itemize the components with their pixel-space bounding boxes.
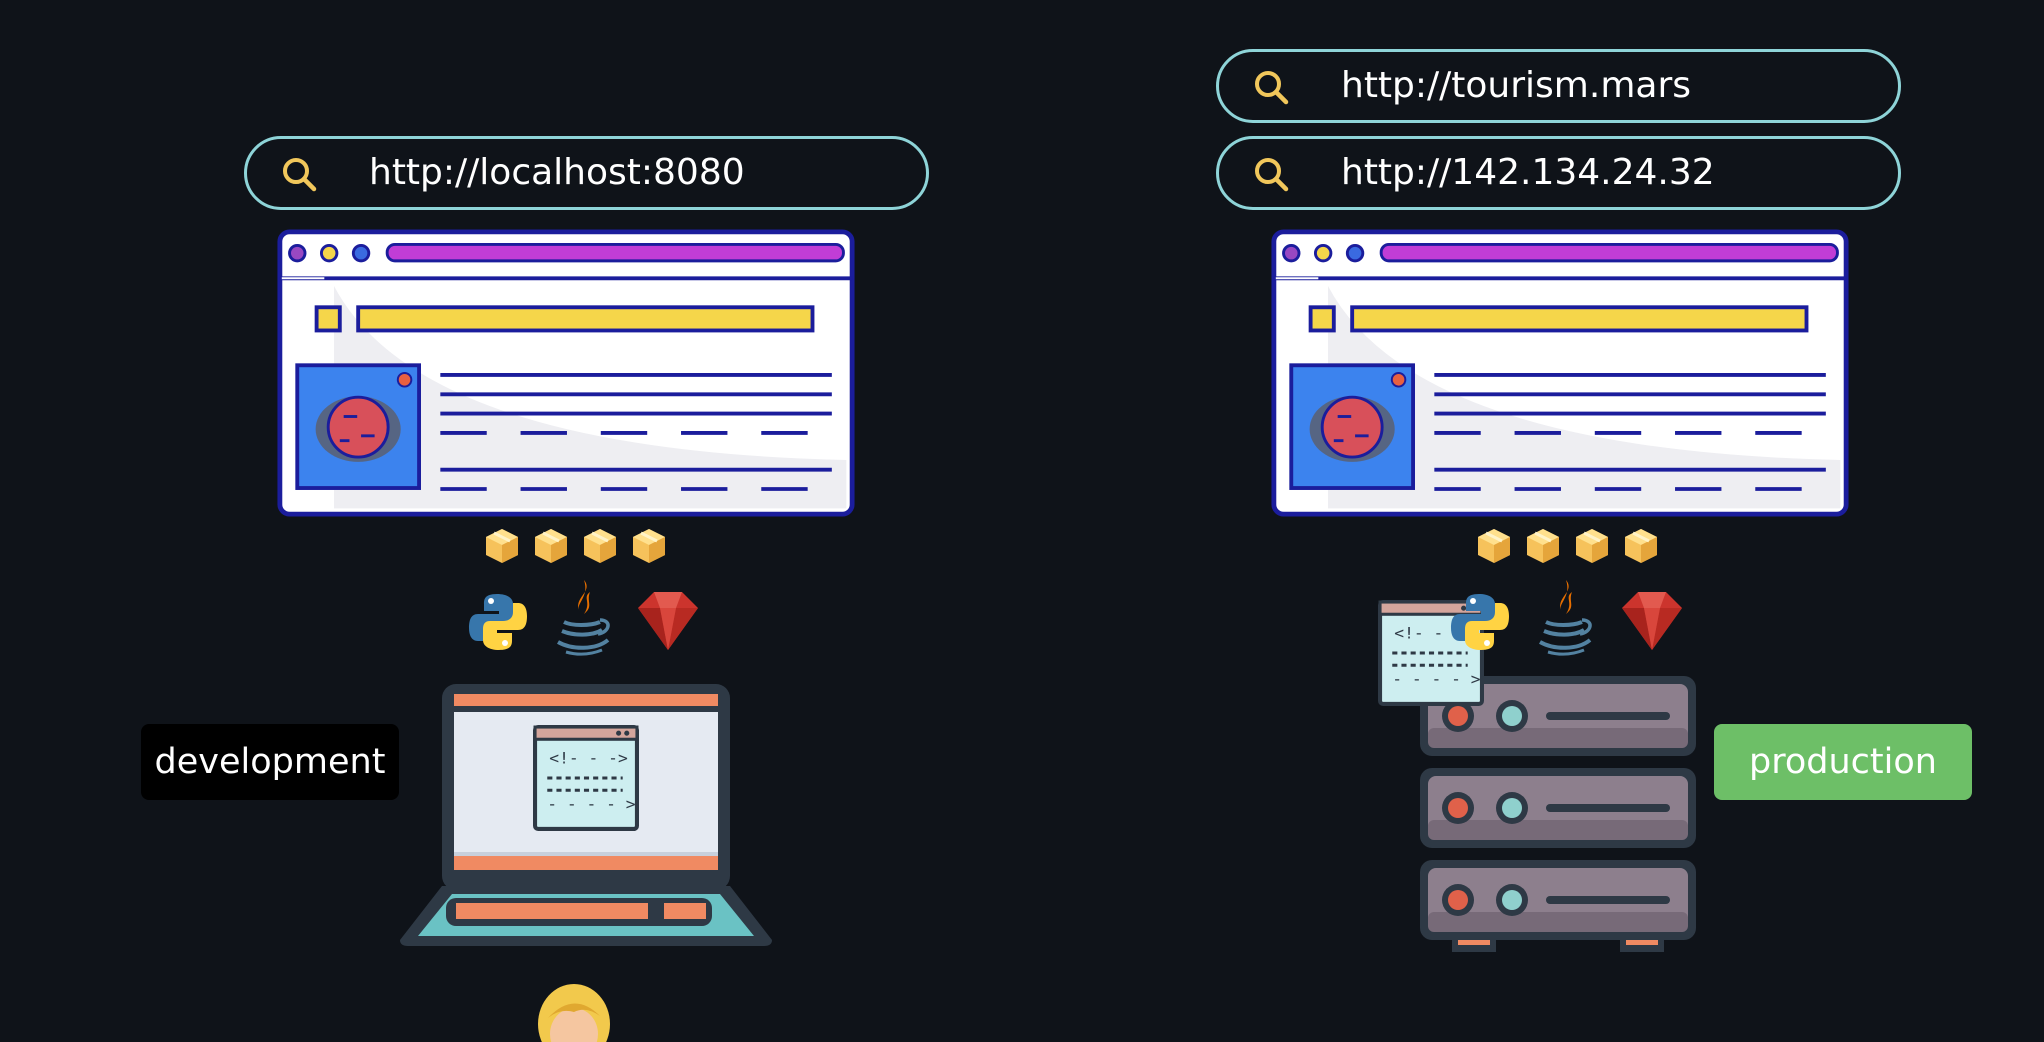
package-box-icon [482,526,522,566]
package-box-icon [1572,526,1612,566]
search-icon [281,156,317,192]
java-icon [550,578,614,658]
dev-packages [482,526,672,568]
code-document-icon [533,725,639,831]
dev-browser-window [270,228,862,518]
search-icon [1253,156,1289,192]
package-box-icon [629,526,669,566]
server-rack-icon [1420,676,1696,952]
package-box-icon [1621,526,1661,566]
prod-packages [1474,526,1664,568]
prod-url-bar-ip[interactable]: http://142.134.24.32 [1216,136,1901,210]
dev-url-text: http://localhost:8080 [369,152,745,193]
package-box-icon [1523,526,1563,566]
prod-url-ip-text: http://142.134.24.32 [1341,152,1715,193]
search-icon [1253,69,1289,105]
java-icon [1532,578,1596,658]
python-icon [466,590,530,654]
prod-url-domain-text: http://tourism.mars [1341,65,1691,106]
person-emoji [536,982,612,1042]
ruby-icon [1620,588,1684,652]
package-box-icon [1474,526,1514,566]
ruby-icon [636,588,700,652]
dev-url-bar[interactable]: http://localhost:8080 [244,136,929,210]
development-badge: development [141,724,399,800]
python-icon [1448,590,1512,654]
package-box-icon [580,526,620,566]
prod-url-bar-domain[interactable]: http://tourism.mars [1216,49,1901,123]
production-badge: production [1714,724,1972,800]
package-box-icon [531,526,571,566]
prod-browser-window [1264,228,1856,518]
